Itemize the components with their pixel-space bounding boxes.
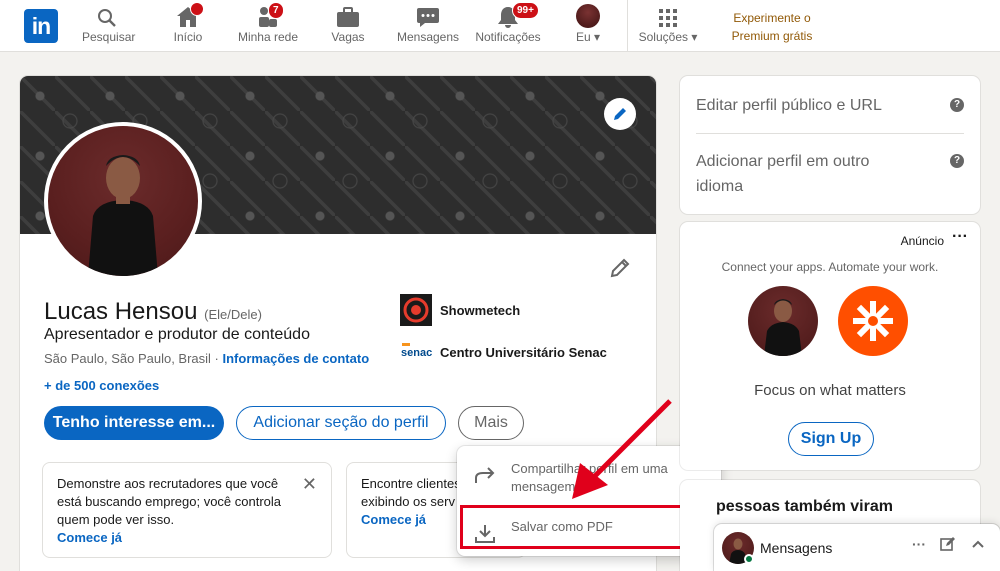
messaging-title: Mensagens — [760, 540, 833, 556]
profile-location: São Paulo, São Paulo, Brasil · — [44, 351, 223, 366]
nav-search[interactable]: Pesquisar — [82, 6, 136, 48]
profile-settings-card: Editar perfil público e URL ? Adicionar … — [680, 76, 980, 214]
connections-link[interactable]: + de 500 conexões — [44, 378, 159, 393]
home-icon — [170, 2, 206, 28]
network-badge: 7 — [268, 2, 284, 19]
bell-icon: 99+ — [474, 2, 542, 28]
profile-headline: Apresentador e produtor de conteúdo — [44, 326, 310, 343]
edit-public-profile-link[interactable]: Editar perfil público e URL — [696, 93, 964, 118]
experience-name: Centro Universitário Senac — [440, 344, 607, 360]
save-pdf-highlight-box — [460, 505, 712, 549]
experience-showmetech[interactable]: Showmetech — [400, 294, 520, 326]
edit-intro-button[interactable] — [608, 256, 632, 285]
nav-messaging-label: Mensagens — [396, 30, 460, 44]
tip-text: Demonstre aos recrutadores que você está… — [57, 476, 282, 527]
premium-link[interactable]: Experimente o Premium grátis — [722, 9, 822, 45]
open-to-work-tip: Demonstre aos recrutadores que você está… — [42, 462, 332, 558]
share-profile-label: Compartilhar perfil em uma mensagem — [511, 461, 668, 494]
person-silhouette — [764, 299, 802, 356]
nav-notifications-label: Notificações — [475, 30, 541, 44]
caret-down-icon: ▾ — [590, 30, 601, 44]
pencil-icon — [610, 258, 630, 278]
messaging-controls: ··· — [912, 536, 986, 552]
ad-subtitle: Connect your apps. Automate your work. — [721, 260, 939, 274]
zapier-logo — [838, 286, 908, 356]
ad-card: Anúncio ··· Connect your apps. Automate … — [680, 222, 980, 470]
help-icon[interactable]: ? — [950, 154, 964, 168]
messaging-overlay[interactable]: Mensagens ··· — [714, 524, 1000, 571]
notifications-badge: 99+ — [512, 2, 539, 19]
premium-line-1: Experimente o — [733, 11, 811, 25]
add-profile-section-button[interactable]: Adicionar seção do perfil — [236, 406, 446, 440]
profile-photo[interactable] — [44, 122, 202, 280]
premium-line-2: Premium grátis — [731, 29, 813, 43]
profile-location-row: São Paulo, São Paulo, Brasil · Informaçõ… — [44, 351, 369, 366]
person-silhouette — [88, 155, 158, 276]
senac-logo: senac — [400, 336, 432, 368]
compose-icon[interactable] — [940, 536, 956, 552]
nav-home-label: Início — [173, 30, 203, 44]
svg-text:senac: senac — [401, 347, 432, 359]
get-started-link[interactable]: Comece já — [57, 529, 317, 547]
add-language-profile-link[interactable]: Adicionar perfil em outro idioma — [696, 149, 906, 199]
nav-solutions[interactable]: Soluções ▾ — [636, 6, 700, 48]
ad-options-icon[interactable]: ··· — [952, 228, 968, 246]
edit-banner-button[interactable] — [604, 98, 636, 130]
ad-tagline: Focus on what matters — [754, 382, 906, 399]
showmetech-logo — [400, 294, 432, 326]
profile-pronoun: (Ele/Dele) — [204, 307, 262, 322]
nav-messaging[interactable]: Mensagens — [396, 6, 460, 48]
linkedin-logo[interactable]: in — [24, 9, 58, 43]
divider — [696, 133, 964, 134]
me-avatar-wrap — [570, 4, 606, 28]
more-button[interactable]: Mais — [458, 406, 524, 440]
nav-solutions-label: Soluções — [638, 30, 688, 44]
nav-my-network[interactable]: 7 Minha rede — [236, 2, 300, 48]
nav-jobs-label: Vagas — [331, 30, 365, 44]
chevron-up-icon[interactable] — [970, 536, 986, 552]
ad-user-avatar — [748, 286, 818, 356]
messaging-icon — [396, 6, 460, 28]
sign-up-button[interactable]: Sign Up — [788, 422, 874, 456]
me-avatar — [576, 4, 600, 28]
edit-public-profile-label: Editar perfil público e URL — [696, 97, 882, 114]
experience-senac[interactable]: senac Centro Universitário Senac — [400, 336, 607, 368]
profile-name-block: Lucas Hensou (Ele/Dele) — [44, 298, 262, 326]
caret-down-icon: ▾ — [688, 30, 698, 44]
nav-me-label: Eu — [575, 30, 591, 44]
more-options-icon[interactable]: ··· — [912, 536, 926, 552]
network-icon: 7 — [236, 2, 300, 28]
add-language-profile-label: Adicionar perfil em outro idioma — [696, 153, 870, 195]
share-arrow-icon — [475, 467, 495, 483]
nav-divider — [627, 0, 628, 52]
close-icon[interactable]: ✕ — [302, 475, 317, 493]
ad-label: Anúncio — [900, 234, 944, 248]
help-icon[interactable]: ? — [950, 98, 964, 112]
global-nav: in Pesquisar Início 7 Minha rede Vagas M… — [0, 0, 1000, 52]
nav-me[interactable]: Eu ▾ — [570, 4, 606, 48]
grid-icon — [636, 6, 700, 28]
online-status-dot — [744, 554, 754, 564]
open-to-button[interactable]: Tenho interesse em... — [44, 406, 224, 440]
pencil-icon — [614, 108, 626, 120]
contact-info-link[interactable]: Informações de contato — [223, 351, 370, 366]
search-icon — [82, 6, 132, 28]
nav-jobs[interactable]: Vagas — [330, 6, 366, 48]
nav-solutions-label-wrap: Soluções ▾ — [636, 30, 700, 44]
nav-me-label-wrap: Eu ▾ — [570, 30, 606, 44]
nav-notifications[interactable]: 99+ Notificações — [474, 2, 542, 48]
briefcase-icon — [330, 6, 366, 28]
profile-name: Lucas Hensou — [44, 298, 198, 325]
nav-my-network-label: Minha rede — [237, 30, 299, 44]
people-also-viewed-title: pessoas também viram — [716, 498, 893, 515]
nav-home[interactable]: Início — [170, 2, 206, 48]
experience-name: Showmetech — [440, 302, 521, 318]
home-badge — [190, 2, 204, 16]
nav-search-label: Pesquisar — [82, 30, 136, 44]
